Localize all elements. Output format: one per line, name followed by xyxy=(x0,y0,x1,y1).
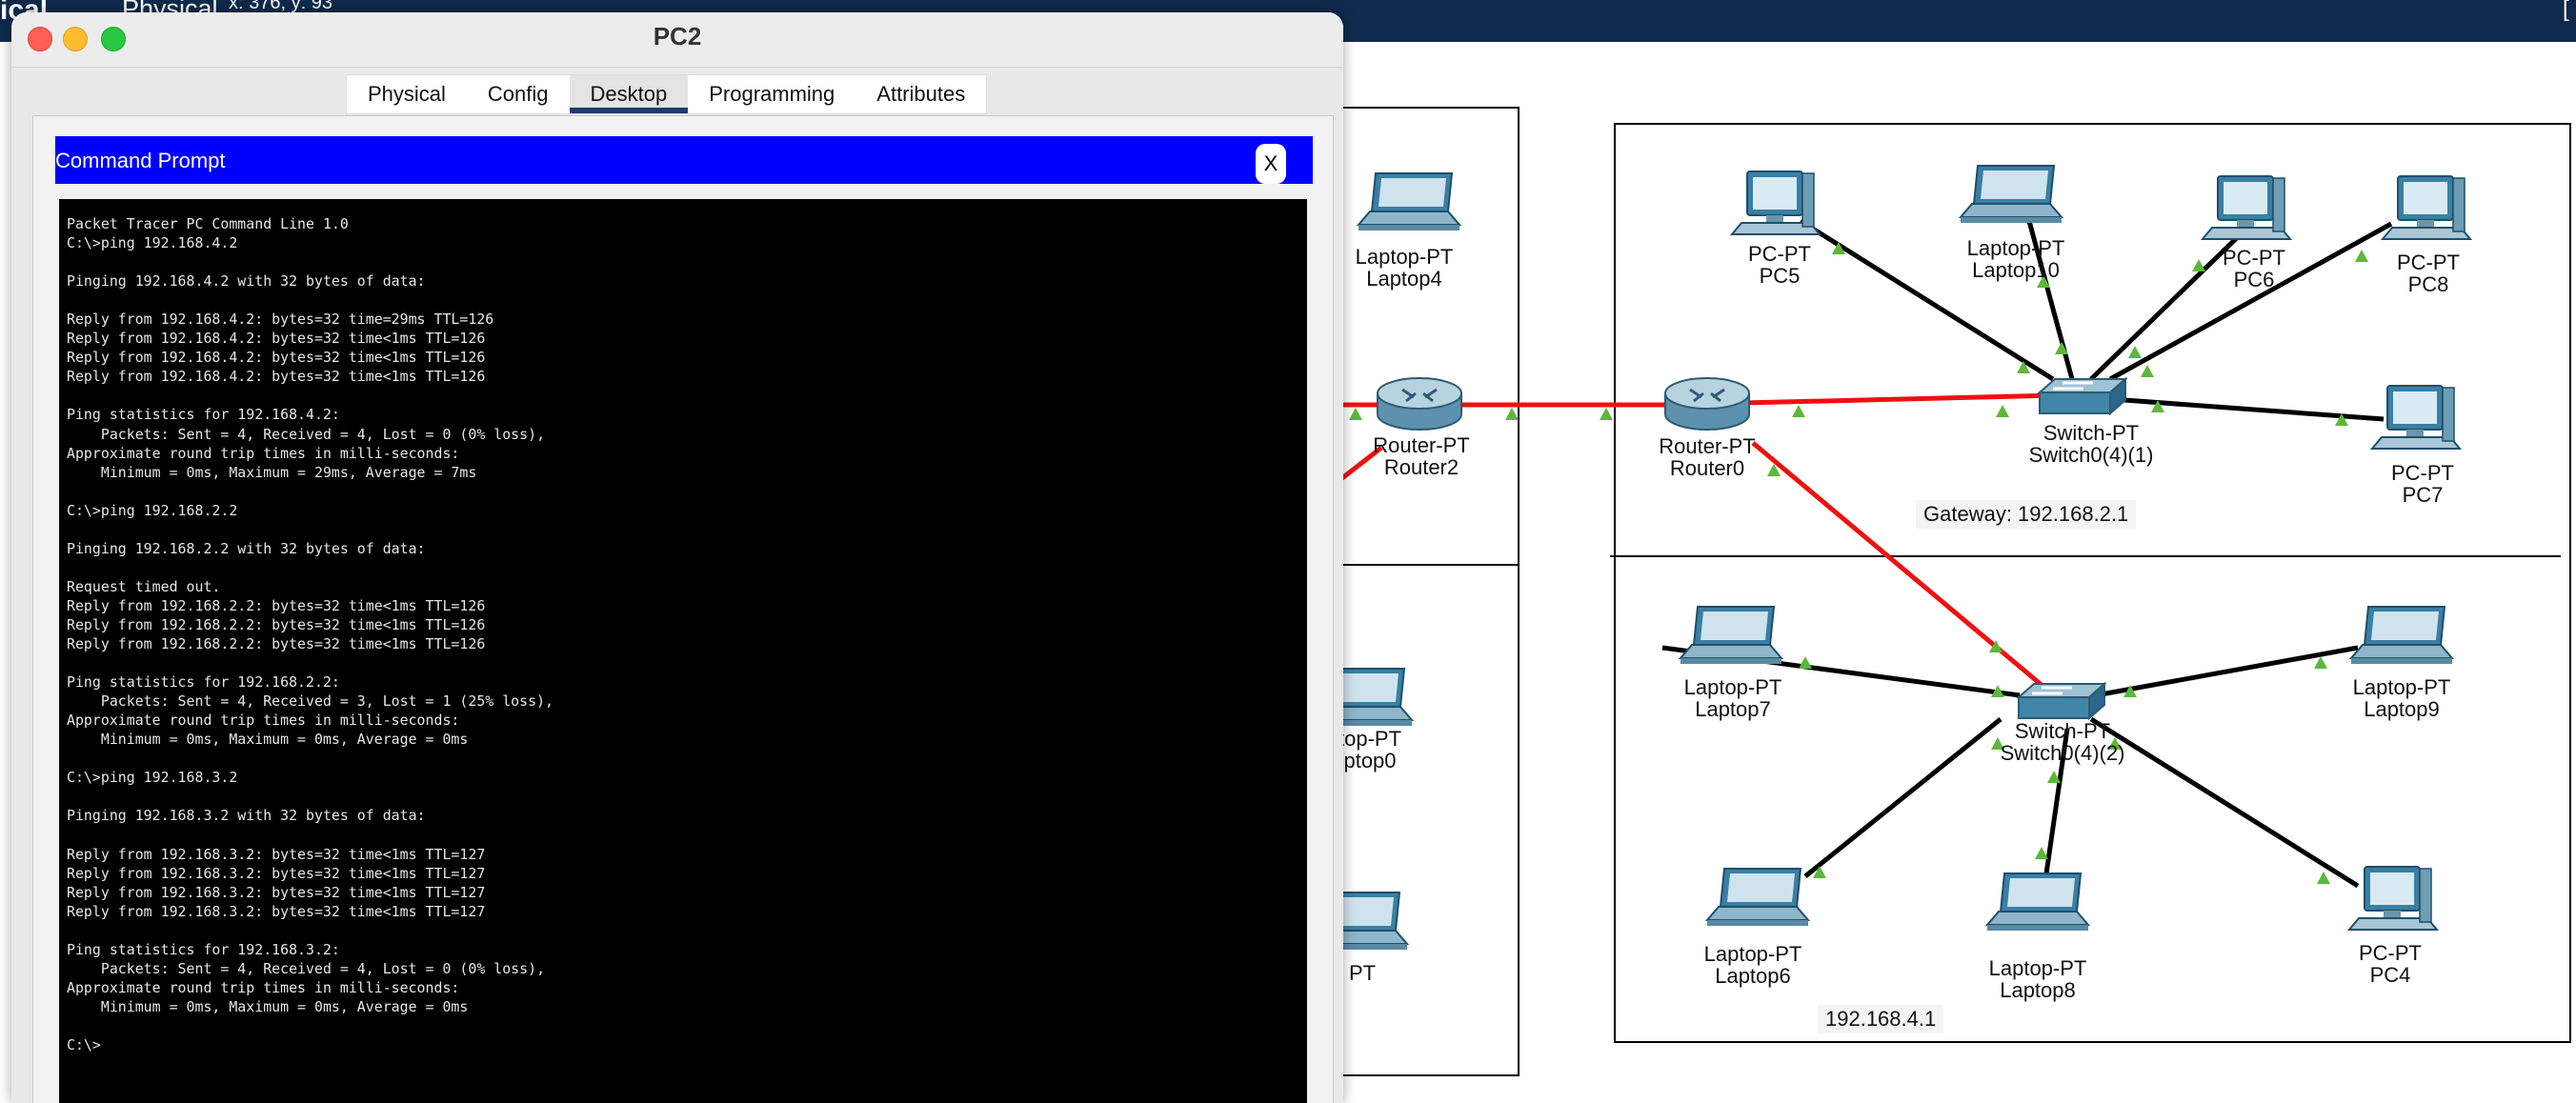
terminal-output: Packet Tracer PC Command Line 1.0 C:\>pi… xyxy=(67,215,554,1054)
device-label-switch1[interactable]: Switch-PT Switch0(4)(1) xyxy=(2029,422,2154,466)
device-label-pc4[interactable]: PC-PT PC4 xyxy=(2359,942,2422,986)
window-title: PC2 xyxy=(653,22,702,50)
pc2-window: PC2 Physical Config Desktop Programming … xyxy=(11,12,1343,1103)
device-label-laptop7[interactable]: Laptop-PT Laptop7 xyxy=(1684,676,1782,720)
pc-icon xyxy=(2382,175,2471,240)
tab-config[interactable]: Config xyxy=(467,75,570,113)
pc-icon xyxy=(2371,385,2461,450)
device-label-laptop6[interactable]: Laptop-PT Laptop6 xyxy=(1704,943,1802,987)
device-label-laptop4[interactable]: Laptop-PT Laptop4 xyxy=(1356,246,1454,290)
device-label-laptop0[interactable]: top-PT ptop0 xyxy=(1338,728,1401,772)
laptop-icon xyxy=(1706,868,1809,927)
device-label-pc8[interactable]: PC-PT PC8 xyxy=(2397,251,2460,295)
device-tabs: Physical Config Desktop Programming Attr… xyxy=(346,74,988,114)
device-label-switch2[interactable]: Switch-PT Switch0(4)(2) xyxy=(2001,720,2125,764)
link-status-triangles xyxy=(1349,242,2368,884)
command-prompt-title: Command Prompt xyxy=(55,149,226,172)
laptop-icon xyxy=(2350,606,2453,665)
router-icon xyxy=(1663,376,1751,431)
device-label-laptop8[interactable]: Laptop-PT Laptop8 xyxy=(1989,957,2087,1001)
router-icon xyxy=(1376,376,1463,431)
tab-attributes[interactable]: Attributes xyxy=(855,75,986,113)
device-label-pc7[interactable]: PC-PT PC7 xyxy=(2391,462,2454,506)
device-label-pc5[interactable]: PC-PT PC5 xyxy=(1748,243,1811,287)
device-label-router2[interactable]: Router-PT Router2 xyxy=(1373,434,1469,478)
subnet-note[interactable]: 192.168.4.1 xyxy=(1818,1005,1944,1033)
laptop-icon xyxy=(1960,165,2063,224)
laptop-icon xyxy=(1358,172,1460,231)
switch-icon xyxy=(2038,377,2127,415)
toolbar-edge-glyph: [ xyxy=(2563,0,2569,22)
device-label-laptop10[interactable]: Laptop-PT Laptop10 xyxy=(1967,237,2065,281)
command-prompt-close-button[interactable]: X xyxy=(1256,144,1286,184)
pc-icon xyxy=(2348,866,2438,931)
device-label-laptop9[interactable]: Laptop-PT Laptop9 xyxy=(2353,676,2451,720)
command-prompt-titlebar: Command Prompt xyxy=(55,136,1313,184)
laptop-icon xyxy=(1680,606,1782,665)
tab-programming[interactable]: Programming xyxy=(688,75,855,113)
gateway-note[interactable]: Gateway: 192.168.2.1 xyxy=(1916,500,2137,529)
device-label-partial[interactable]: PT xyxy=(1349,962,1376,984)
device-label-router0[interactable]: Router-PT Router0 xyxy=(1659,435,1755,479)
device-label-pc6[interactable]: PC-PT PC6 xyxy=(2223,247,2285,291)
pc-icon xyxy=(2202,175,2291,240)
pc-icon xyxy=(1731,170,1821,235)
switch-icon xyxy=(2017,682,2106,720)
tab-desktop[interactable]: Desktop xyxy=(569,75,689,113)
command-prompt-terminal[interactable]: Packet Tracer PC Command Line 1.0 C:\>pi… xyxy=(59,199,1307,1103)
tab-physical[interactable]: Physical xyxy=(347,75,467,113)
laptop-icon xyxy=(1986,872,2089,932)
window-titlebar[interactable]: PC2 xyxy=(11,12,1343,68)
